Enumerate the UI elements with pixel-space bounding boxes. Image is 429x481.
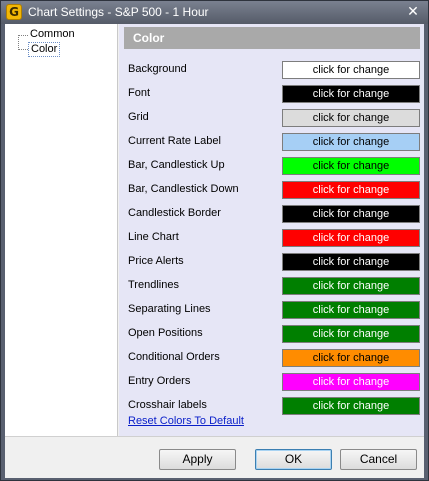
color-swatch-trendlines-button[interactable]: click for change <box>282 277 420 295</box>
ok-button[interactable]: OK <box>255 449 332 470</box>
color-swatch-price-alerts-button[interactable]: click for change <box>282 253 420 271</box>
color-label-line-chart: Line Chart <box>128 231 179 243</box>
color-label-open-positions: Open Positions <box>128 327 203 339</box>
color-label-entry-orders: Entry Orders <box>128 375 191 387</box>
color-swatch-conditional-orders-button[interactable]: click for change <box>282 349 420 367</box>
color-swatch-current-rate-label-button[interactable]: click for change <box>282 133 420 151</box>
color-swatch-background-button[interactable]: click for change <box>282 61 420 79</box>
tree-item-color[interactable]: Color <box>28 42 61 57</box>
dialog-client-area: Common Color Color Background click for c… <box>5 24 424 478</box>
tree-connector-line <box>18 35 28 36</box>
apply-button[interactable]: Apply <box>159 449 236 470</box>
color-label-bar-candlestick-up: Bar, Candlestick Up <box>128 159 225 171</box>
color-swatch-crosshair-labels-button[interactable]: click for change <box>282 397 420 415</box>
chart-settings-window: G Chart Settings - S&P 500 - 1 Hour ✕ Co… <box>0 0 429 481</box>
reset-colors-link[interactable]: Reset Colors To Default <box>128 415 244 427</box>
tree-connector-line <box>18 35 19 50</box>
color-label-background: Background <box>128 63 187 75</box>
color-swatch-candlestick-border-button[interactable]: click for change <box>282 205 420 223</box>
settings-tree: Common Color <box>5 24 118 436</box>
color-label-font: Font <box>128 87 151 99</box>
color-label-grid: Grid <box>128 111 149 123</box>
close-icon[interactable]: ✕ <box>404 3 422 21</box>
window-title: Chart Settings - S&P 500 - 1 Hour <box>28 5 209 19</box>
color-settings-panel: Color Background click for change Font clic… <box>119 24 424 436</box>
title-bar[interactable]: G Chart Settings - S&P 500 - 1 Hour ✕ <box>1 1 428 24</box>
color-label-price-alerts: Price Alerts <box>128 255 184 267</box>
app-logo-icon: G <box>6 4 22 20</box>
color-swatch-font-button[interactable]: click for change <box>282 85 420 103</box>
color-label-crosshair-labels: Crosshair labels <box>128 399 207 411</box>
color-label-candlestick-border: Candlestick Border <box>128 207 221 219</box>
dialog-button-bar: Apply OK Cancel <box>5 436 424 478</box>
color-label-current-rate-label: Current Rate Label <box>128 135 221 147</box>
color-swatch-open-positions-button[interactable]: click for change <box>282 325 420 343</box>
color-swatch-separating-lines-button[interactable]: click for change <box>282 301 420 319</box>
color-label-bar-candlestick-down: Bar, Candlestick Down <box>128 183 239 195</box>
color-swatch-bar-candlestick-up-button[interactable]: click for change <box>282 157 420 175</box>
color-swatch-grid-button[interactable]: click for change <box>282 109 420 127</box>
color-swatch-line-chart-button[interactable]: click for change <box>282 229 420 247</box>
color-label-conditional-orders: Conditional Orders <box>128 351 220 363</box>
cancel-button[interactable]: Cancel <box>340 449 417 470</box>
section-header-color: Color <box>124 27 420 49</box>
color-swatch-entry-orders-button[interactable]: click for change <box>282 373 420 391</box>
color-swatch-bar-candlestick-down-button[interactable]: click for change <box>282 181 420 199</box>
tree-item-common[interactable]: Common <box>28 28 77 43</box>
tree-connector-line <box>18 49 28 50</box>
color-label-trendlines: Trendlines <box>128 279 179 291</box>
color-label-separating-lines: Separating Lines <box>128 303 211 315</box>
